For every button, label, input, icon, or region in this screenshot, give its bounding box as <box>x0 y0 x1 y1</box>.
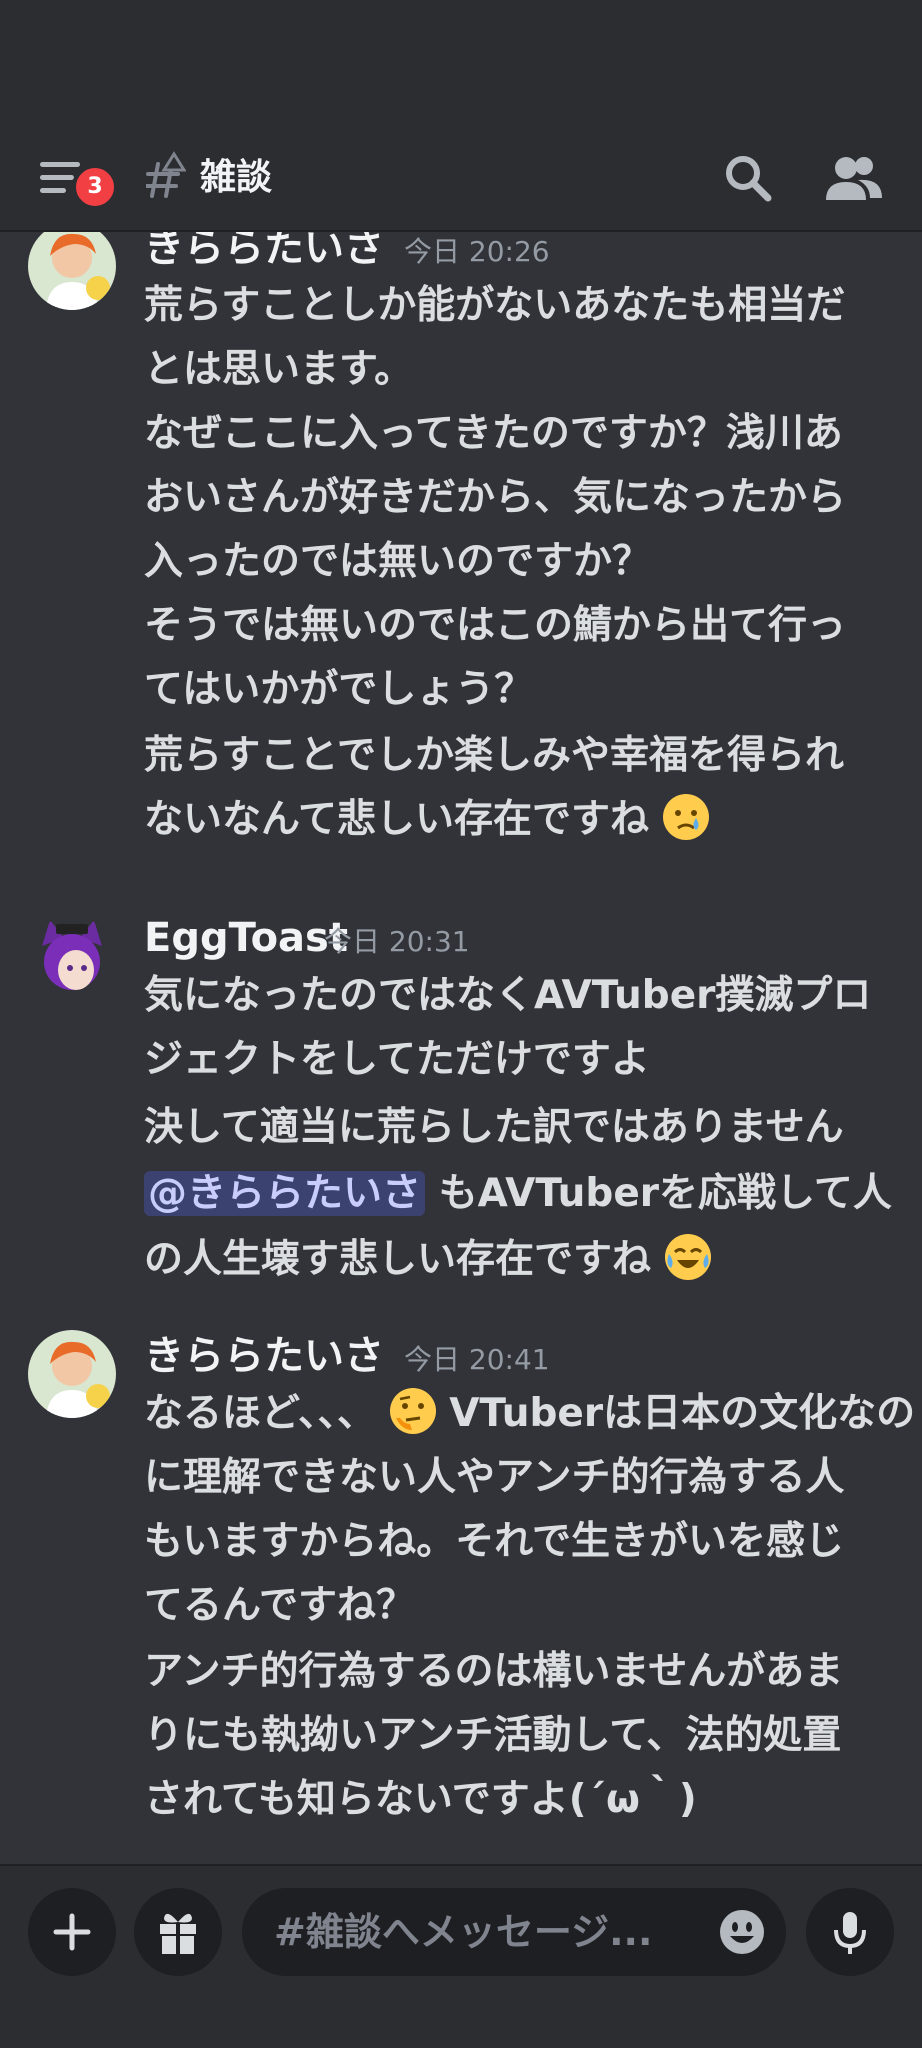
message-text: おいさんが好きだから、気になったから <box>144 475 847 520</box>
tears-of-joy-emoji-icon <box>664 1234 711 1280</box>
username[interactable]: きららたいさ <box>144 232 384 274</box>
message-input-placeholder: #雑談へメッセージ... <box>274 1910 653 1954</box>
message-text: アンチ的行為するのは構いませんがあま <box>144 1649 844 1694</box>
message-text: そうでは無いのではこの鯖から出て行っ <box>144 603 847 648</box>
message-text: 気になったのではなくAVTuber撲滅プロ <box>144 973 872 1018</box>
gift-button[interactable] <box>134 1888 222 1976</box>
channel-header: 3 雑談 <box>0 128 922 232</box>
gift-icon <box>160 1913 196 1954</box>
voice-message-button[interactable] <box>806 1888 894 1976</box>
message-text: てるんですね？ <box>144 1583 416 1628</box>
crying-face-emoji-icon <box>662 794 709 840</box>
message-text-line: なるほど、、、 VTuberは日本の文化なの <box>144 1382 915 1446</box>
unread-badge: 3 <box>72 164 118 210</box>
timestamp: 今日 20:31 <box>324 925 470 958</box>
message-text-line: の人生壊す悲しい存在ですね <box>144 1228 711 1292</box>
user-mention[interactable]: @きららたいさ <box>144 1171 426 1216</box>
search-icon[interactable] <box>722 152 774 204</box>
thinking-face-emoji-icon <box>389 1388 436 1434</box>
message-text: 荒らすことしか能がないあなたも相当だ <box>144 283 846 328</box>
message-composer: #雑談へメッセージ... <box>0 1864 922 2048</box>
members-icon[interactable] <box>826 152 882 204</box>
message-text: とは思います。 <box>144 347 414 392</box>
avatar[interactable] <box>28 232 116 310</box>
message-input[interactable]: #雑談へメッセージ... <box>242 1888 786 1976</box>
microphone-icon <box>834 1912 866 1954</box>
status-bar <box>0 0 922 128</box>
message-text: なぜここに入ってきたのですか？浅川あ <box>144 411 843 456</box>
message-text: もいますからね。それで生きがいを感じ <box>144 1519 845 1564</box>
message-list: きららたいさ 今日 20:26 荒らすことしか能がないあなたも相当だ とは思いま… <box>0 232 922 1864</box>
message-text: りにも執拗いアンチ活動して、法的処置 <box>144 1713 842 1758</box>
emoji-picker-icon[interactable] <box>718 1908 766 1956</box>
message-text: VTuberは日本の文化なの <box>449 1391 916 1436</box>
message-text: 決して適当に荒らした訳ではありません <box>144 1105 844 1150</box>
username[interactable]: EggToast <box>144 912 348 964</box>
plus-icon <box>53 1913 91 1951</box>
channel-title: 雑談 <box>200 157 273 198</box>
timestamp: 今日 20:26 <box>404 235 550 268</box>
message-text: なるほど、、、 <box>144 1391 377 1436</box>
message-text-line: ないなんて悲しい存在ですね <box>144 788 709 852</box>
message-text: の人生壊す悲しい存在ですね <box>144 1237 652 1282</box>
message-text: 荒らすことでしか楽しみや幸福を得られ <box>144 733 845 778</box>
message-text: ないなんて悲しい存在ですね <box>144 797 650 842</box>
add-attachment-button[interactable] <box>28 1888 116 1976</box>
message-text: ジェクトをしてただけですよ <box>144 1037 650 1082</box>
thread-hash-icon <box>146 151 186 198</box>
message-text: もAVTuberを応戦して人 <box>438 1171 892 1216</box>
message-text: されても知らないですよ(´ω｀) <box>144 1777 697 1822</box>
message-text: に理解できない人やアンチ的行為する人 <box>144 1455 845 1500</box>
username[interactable]: きららたいさ <box>144 1330 384 1382</box>
message-text: てはいかがでしょう？ <box>144 667 534 712</box>
message-text: 入ったのでは無いのですか？ <box>144 539 652 584</box>
avatar[interactable] <box>28 916 116 1004</box>
timestamp: 今日 20:41 <box>404 1343 550 1376</box>
message-text-line: @きららたいさ もAVTuberを応戦して人 <box>144 1162 892 1226</box>
avatar[interactable] <box>28 1330 116 1418</box>
